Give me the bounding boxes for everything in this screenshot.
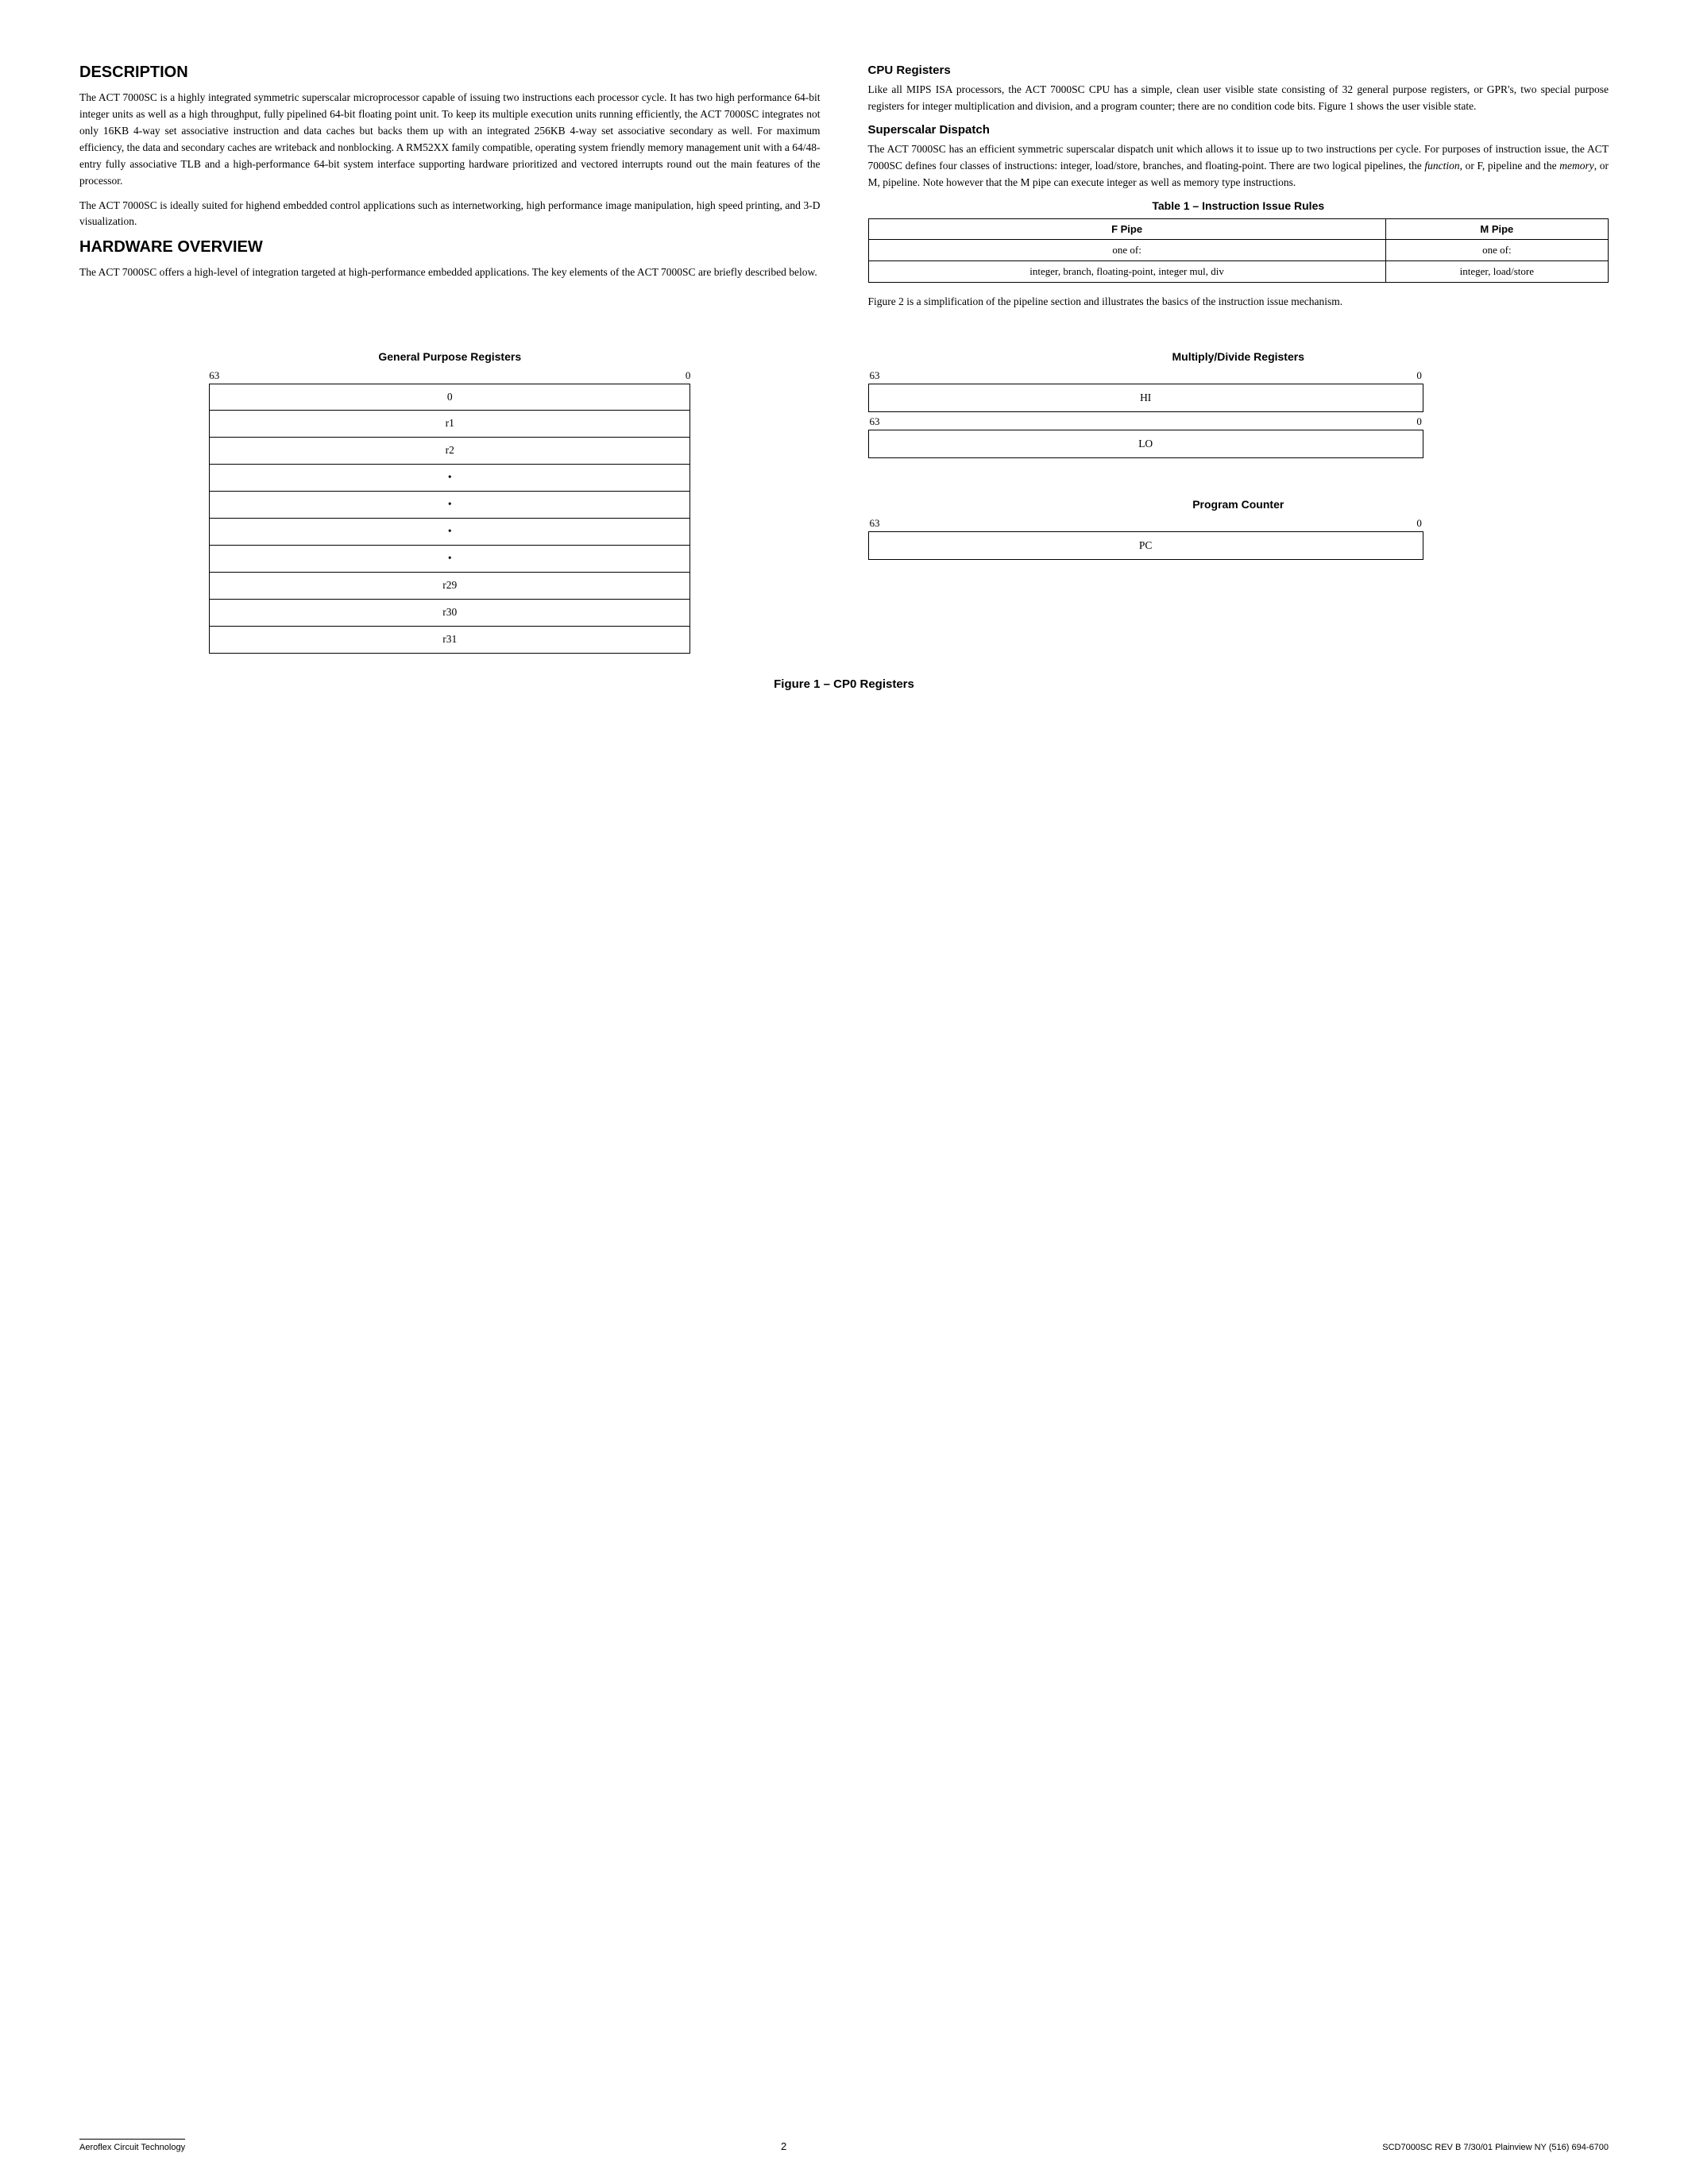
footer-page-number: 2 [781, 2140, 786, 2152]
left-column: DESCRIPTION The ACT 7000SC is a highly i… [79, 64, 821, 318]
spacer [868, 458, 1609, 498]
hi-bit-low: 0 [1416, 369, 1422, 382]
function-italic: function [1424, 160, 1459, 172]
gpr-row-r2: r2 [209, 438, 690, 465]
gpr-rows: 0 r1 r2 • • • • r29 r30 r31 [209, 384, 690, 654]
hi-label: HI [1140, 392, 1151, 404]
lo-label: LO [1138, 438, 1153, 450]
footer-company: Aeroflex Circuit Technology [79, 2139, 185, 2152]
table-row2-col1: integer, branch, floating-point, integer… [868, 260, 1385, 282]
gpr-bit-low: 0 [686, 369, 691, 382]
multiply-divide-diagram: Multiply/Divide Registers 63 0 HI 63 0 L… [868, 350, 1609, 458]
hi-register: HI [868, 384, 1423, 412]
program-counter-diagram: Program Counter 63 0 PC [868, 498, 1609, 560]
hardware-overview-para1: The ACT 7000SC offers a high-level of in… [79, 264, 821, 281]
gpr-row-dot2: • [209, 492, 690, 519]
page: DESCRIPTION The ACT 7000SC is a highly i… [0, 0, 1688, 2184]
cpu-registers-para1: Like all MIPS ISA processors, the ACT 70… [868, 82, 1609, 115]
pc-bit-low: 0 [1416, 517, 1422, 530]
right-diagrams: Multiply/Divide Registers 63 0 HI 63 0 L… [868, 350, 1609, 654]
cpu-registers-title: CPU Registers [868, 64, 1609, 77]
memory-italic: memory [1559, 160, 1594, 172]
gpr-row-dot3: • [209, 519, 690, 546]
footer-doc-info: SCD7000SC REV B 7/30/01 Plainview NY (51… [1382, 2143, 1609, 2152]
description-para1: The ACT 7000SC is a highly integrated sy… [79, 90, 821, 190]
gpr-row-r1: r1 [209, 411, 690, 438]
gpr-container: 63 0 0 r1 r2 • • • • r29 r30 r31 [209, 369, 690, 654]
main-content: DESCRIPTION The ACT 7000SC is a highly i… [79, 64, 1609, 318]
table-row1-col1: one of: [868, 239, 1385, 260]
pc-bit-header: 63 0 [868, 517, 1423, 530]
table-row2-col2: integer, load/store [1385, 260, 1608, 282]
gpr-bit-header: 63 0 [209, 369, 690, 382]
gpr-row-r30: r30 [209, 600, 690, 627]
gpr-row-0: 0 [209, 384, 690, 411]
superscalar-dispatch-para1: The ACT 7000SC has an efficient symmetri… [868, 141, 1609, 191]
gpr-label: General Purpose Registers [79, 350, 821, 363]
figure-caption: Figure 1 – CP0 Registers [79, 677, 1609, 691]
table-col1-header: F Pipe [868, 218, 1385, 239]
lo-bit-header: 63 0 [868, 415, 1423, 428]
lo-register: LO [868, 430, 1423, 458]
gpr-row-r29: r29 [209, 573, 690, 600]
md-label: Multiply/Divide Registers [868, 350, 1609, 363]
superscalar-text-mid: , or F, pipeline and the [1460, 160, 1560, 172]
description-para2: The ACT 7000SC is ideally suited for hig… [79, 198, 821, 231]
hardware-overview-title: HARDWARE OVERVIEW [79, 238, 821, 257]
pc-label: Program Counter [868, 498, 1609, 511]
gpr-row-dot4: • [209, 546, 690, 573]
gpr-row-dot1: • [209, 465, 690, 492]
gpr-diagram: General Purpose Registers 63 0 0 r1 r2 •… [79, 350, 821, 654]
pc-container: 63 0 PC [868, 517, 1423, 560]
pc-register: PC [868, 531, 1423, 560]
table-caption-text: Figure 2 is a simplification of the pipe… [868, 294, 1609, 311]
gpr-row-r31: r31 [209, 627, 690, 654]
lo-bit-high: 63 [870, 415, 880, 428]
table-title: Table 1 – Instruction Issue Rules [868, 199, 1609, 212]
lo-bit-low: 0 [1416, 415, 1422, 428]
footer: Aeroflex Circuit Technology 2 SCD7000SC … [79, 2139, 1609, 2152]
instruction-issue-table: F Pipe M Pipe one of: one of: integer, b… [868, 218, 1609, 283]
pc-register-label: PC [1139, 539, 1153, 552]
right-column: CPU Registers Like all MIPS ISA processo… [868, 64, 1609, 318]
diagrams-section: General Purpose Registers 63 0 0 r1 r2 •… [79, 350, 1609, 654]
gpr-bit-high: 63 [209, 369, 219, 382]
superscalar-dispatch-title: Superscalar Dispatch [868, 123, 1609, 137]
md-container: 63 0 HI 63 0 LO [868, 369, 1423, 458]
description-title: DESCRIPTION [79, 64, 821, 82]
table-row1-col2: one of: [1385, 239, 1608, 260]
hi-bit-high: 63 [870, 369, 880, 382]
pc-bit-high: 63 [870, 517, 880, 530]
hi-bit-header: 63 0 [868, 369, 1423, 382]
table-col2-header: M Pipe [1385, 218, 1608, 239]
